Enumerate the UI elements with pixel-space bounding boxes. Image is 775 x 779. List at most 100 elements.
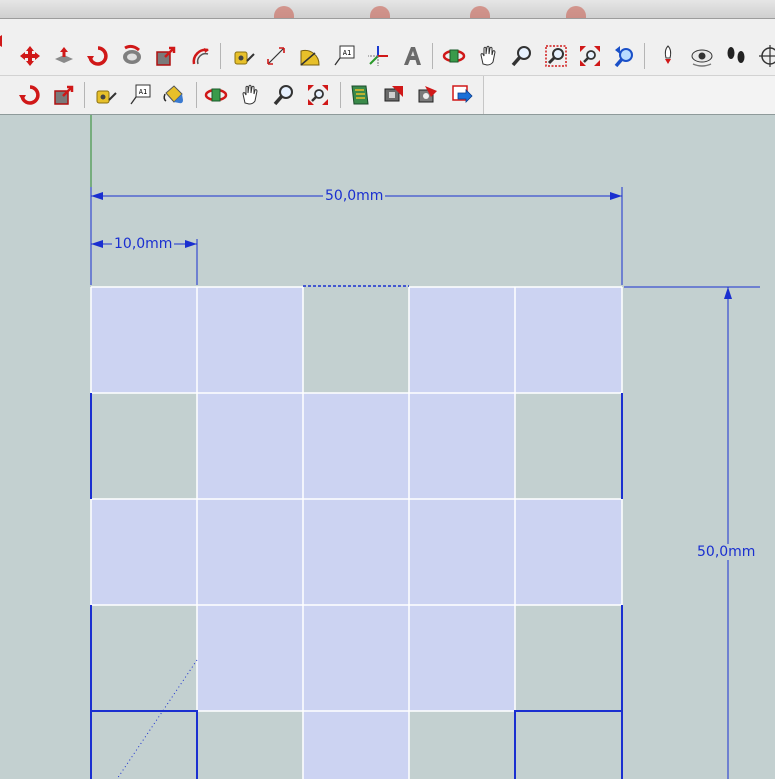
toolbar-empty-area bbox=[483, 76, 775, 114]
walk-icon bbox=[727, 47, 745, 63]
tape-measure-button[interactable] bbox=[230, 42, 258, 70]
dimension-label-top-overall[interactable]: 50,0mm bbox=[323, 188, 386, 204]
paint-bucket-button[interactable] bbox=[160, 81, 188, 109]
face-square[interactable] bbox=[197, 287, 303, 393]
scale-icon bbox=[156, 46, 176, 66]
title-bar-decoration bbox=[470, 6, 490, 18]
zoom-extents-icon bbox=[308, 85, 328, 105]
zoom-window-icon bbox=[545, 45, 567, 67]
pan-button[interactable] bbox=[474, 42, 502, 70]
walk-button[interactable] bbox=[722, 42, 750, 70]
move-icon bbox=[20, 46, 40, 66]
push-pull-button[interactable] bbox=[50, 42, 78, 70]
share-component-button[interactable] bbox=[414, 81, 442, 109]
scale-icon bbox=[54, 85, 74, 105]
move-button[interactable] bbox=[16, 42, 44, 70]
dimension-label-right-overall[interactable]: 50,0mm bbox=[695, 544, 758, 560]
select-button-partial[interactable] bbox=[0, 27, 14, 55]
face-square[interactable] bbox=[197, 393, 303, 499]
orbit-button[interactable] bbox=[440, 42, 468, 70]
rotate-button[interactable] bbox=[84, 42, 112, 70]
section-plane-button[interactable] bbox=[756, 42, 775, 70]
rotate-button-2[interactable] bbox=[16, 81, 44, 109]
share-model-button[interactable] bbox=[380, 81, 408, 109]
title-bar-decoration bbox=[274, 6, 294, 18]
face-square[interactable] bbox=[197, 499, 303, 605]
offset-button[interactable] bbox=[186, 42, 214, 70]
face-square[interactable] bbox=[303, 393, 409, 499]
face-square[interactable] bbox=[409, 393, 515, 499]
toolbar-separator bbox=[220, 43, 221, 69]
edge-line[interactable] bbox=[514, 710, 622, 779]
tape-measure-icon bbox=[234, 51, 255, 65]
3d-text-button[interactable] bbox=[398, 42, 426, 70]
move-icon bbox=[0, 83, 12, 107]
dimension-button[interactable] bbox=[262, 42, 290, 70]
zoom-button-2[interactable] bbox=[270, 81, 298, 109]
text-button[interactable]: A1 bbox=[330, 42, 358, 70]
axes-icon bbox=[368, 46, 388, 66]
face-square[interactable] bbox=[409, 287, 515, 393]
face-square[interactable] bbox=[303, 499, 409, 605]
face-square[interactable] bbox=[91, 499, 197, 605]
protractor-button[interactable] bbox=[296, 42, 324, 70]
zoom-icon bbox=[273, 85, 293, 106]
zoom-extents-button-2[interactable] bbox=[304, 81, 332, 109]
select-icon bbox=[0, 35, 2, 47]
text-icon: A1 bbox=[130, 84, 151, 105]
window-title-bar bbox=[0, 0, 775, 19]
edge-line[interactable] bbox=[91, 710, 198, 779]
secondary-toolbar: A1 bbox=[0, 76, 775, 115]
get-models-button[interactable] bbox=[346, 81, 374, 109]
text-icon: A1 bbox=[334, 45, 355, 66]
zoom-extents-button[interactable] bbox=[576, 42, 604, 70]
text-button-2[interactable]: A1 bbox=[126, 81, 154, 109]
pan-button-2[interactable] bbox=[236, 81, 264, 109]
face-square[interactable] bbox=[515, 499, 622, 605]
push-pull-icon bbox=[55, 47, 73, 63]
share-model-icon bbox=[384, 86, 403, 102]
model-canvas[interactable] bbox=[0, 115, 775, 779]
look-around-button[interactable] bbox=[688, 42, 716, 70]
move-button-2[interactable] bbox=[0, 81, 14, 109]
pan-icon bbox=[480, 45, 496, 66]
send-to-layout-button[interactable] bbox=[448, 81, 476, 109]
axes-button[interactable] bbox=[364, 42, 392, 70]
construction-guide-line[interactable] bbox=[116, 659, 198, 779]
toolbar-separator bbox=[340, 82, 341, 108]
previous-view-button[interactable] bbox=[610, 42, 638, 70]
toolbar-separator bbox=[196, 82, 197, 108]
right-overall-dimension[interactable] bbox=[624, 286, 760, 779]
dimension-label-top-partial[interactable]: 10,0mm bbox=[112, 236, 175, 252]
get-models-icon bbox=[351, 85, 369, 105]
main-toolbar: A1 bbox=[0, 19, 775, 76]
face-square[interactable] bbox=[303, 605, 409, 711]
toolbar-separator bbox=[432, 43, 433, 69]
orbit-button-2[interactable] bbox=[202, 81, 230, 109]
protractor-icon bbox=[300, 49, 320, 66]
title-bar-decoration bbox=[566, 6, 586, 18]
tape-measure-button-2[interactable] bbox=[92, 81, 120, 109]
face-square[interactable] bbox=[91, 287, 197, 393]
drawing-viewport[interactable]: 50,0mm 10,0mm 50,0mm bbox=[0, 115, 775, 779]
face-square[interactable] bbox=[409, 605, 515, 711]
share-component-icon bbox=[418, 86, 437, 103]
look-around-icon bbox=[691, 49, 713, 67]
zoom-button[interactable] bbox=[508, 42, 536, 70]
zoom-extents-icon bbox=[580, 46, 600, 66]
rotate-icon bbox=[19, 85, 40, 105]
face-square[interactable] bbox=[197, 605, 303, 711]
zoom-window-button[interactable] bbox=[542, 42, 570, 70]
send-to-layout-icon bbox=[452, 85, 473, 103]
position-camera-button[interactable] bbox=[654, 42, 682, 70]
scale-button-2[interactable] bbox=[50, 81, 78, 109]
previous-view-icon bbox=[614, 46, 633, 68]
face-square[interactable] bbox=[303, 711, 409, 779]
follow-me-button[interactable] bbox=[118, 42, 146, 70]
follow-me-icon bbox=[123, 44, 141, 64]
face-square[interactable] bbox=[409, 499, 515, 605]
face-square[interactable] bbox=[515, 287, 622, 393]
scale-button[interactable] bbox=[152, 42, 180, 70]
offset-icon bbox=[192, 48, 209, 65]
dimension-icon bbox=[267, 47, 285, 65]
